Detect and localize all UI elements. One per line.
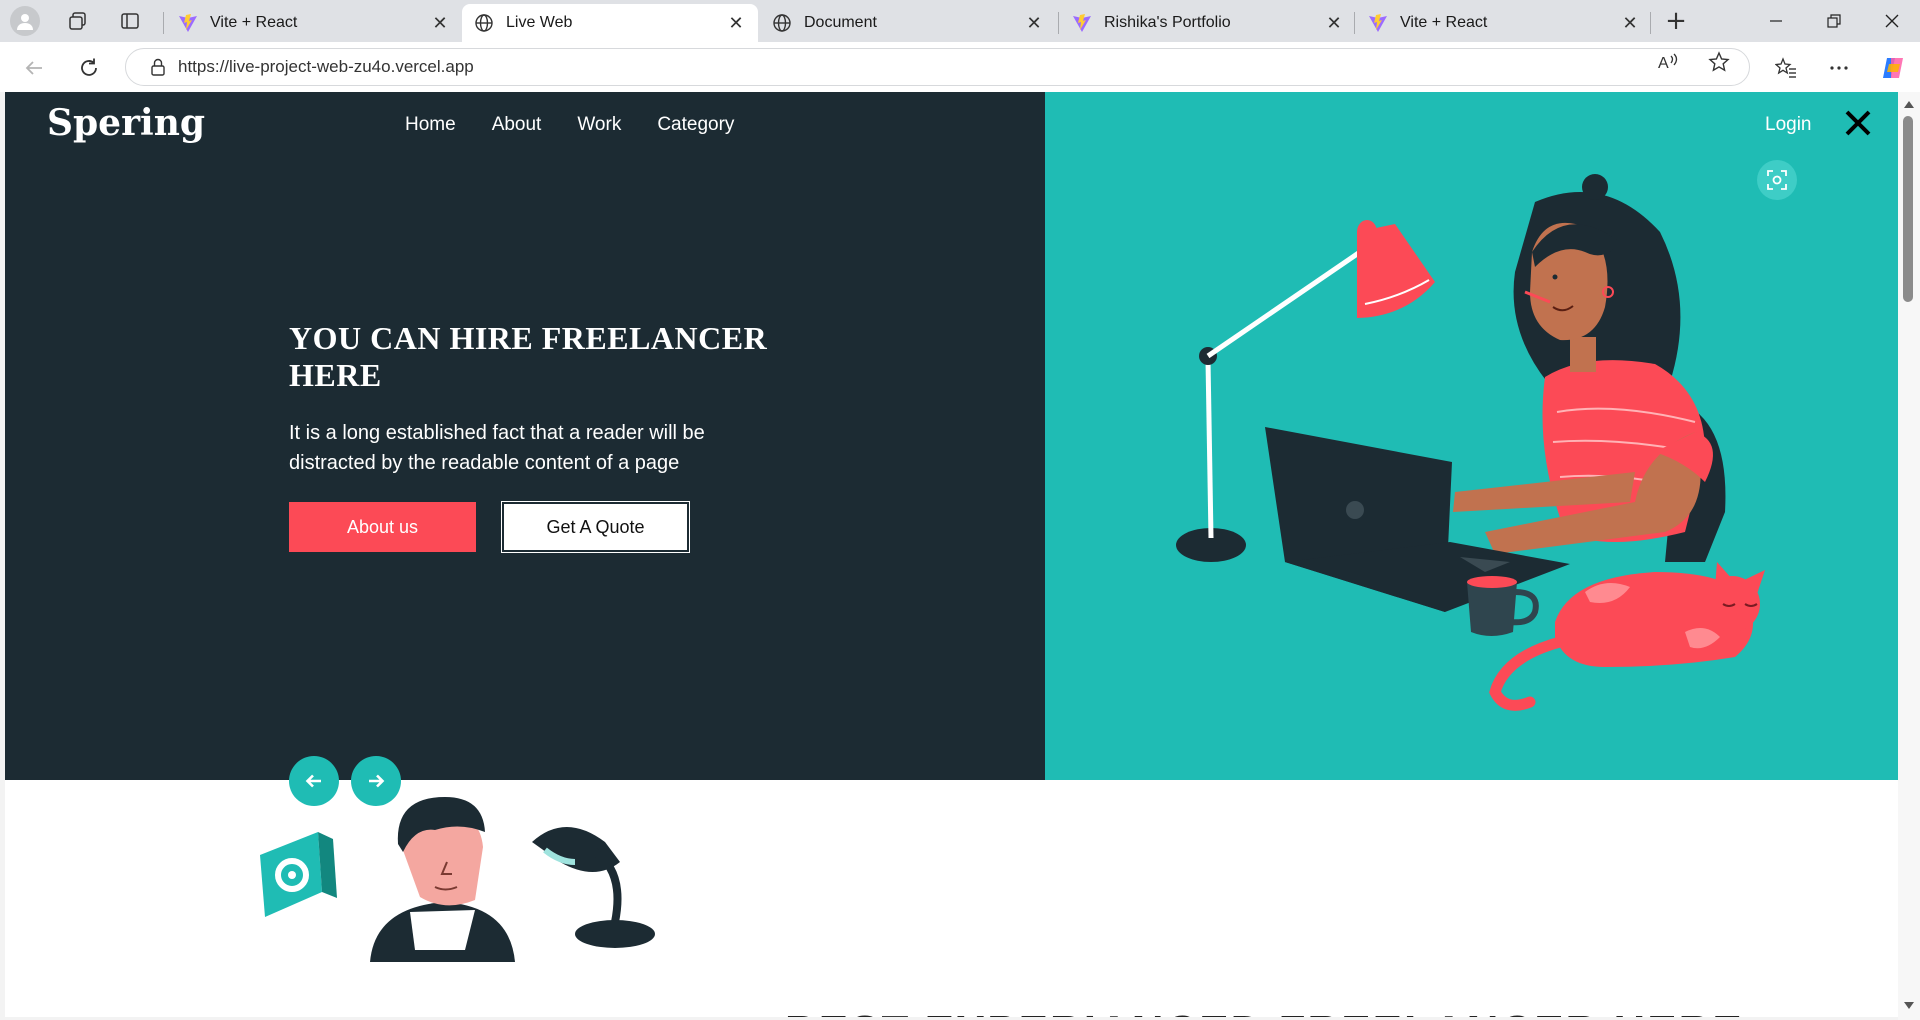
vite-icon: [178, 13, 198, 33]
tab-vite-react-1[interactable]: Vite + React ✕: [166, 4, 462, 42]
minimize-icon: [1770, 20, 1782, 22]
restore-button[interactable]: [1806, 0, 1862, 42]
coffee-mug-illustration: [1467, 576, 1539, 636]
back-button[interactable]: [18, 52, 50, 84]
tab-title: Vite + React: [210, 14, 298, 31]
developer-illustration: [260, 797, 655, 962]
close-icon[interactable]: ✕: [1324, 13, 1344, 34]
close-icon: [1885, 14, 1899, 28]
tab-separator: [163, 12, 164, 34]
close-icon[interactable]: ✕: [430, 13, 450, 34]
page-viewport: Spering Home About Work Category Login Y…: [5, 92, 1898, 1017]
back-arrow-icon: [25, 61, 42, 75]
profile-button[interactable]: [10, 6, 40, 36]
tab-rishikas-portfolio[interactable]: Rishika's Portfolio ✕: [1060, 4, 1356, 42]
restore-icon: [1827, 14, 1841, 28]
refresh-button[interactable]: [73, 52, 105, 84]
globe-icon: [772, 13, 792, 33]
address-bar[interactable]: https://live-project-web-zu4o.vercel.app: [125, 48, 1750, 86]
tab-title: Document: [804, 14, 877, 31]
read-aloud-icon[interactable]: A: [1657, 51, 1679, 73]
scroll-down-icon[interactable]: [1902, 1000, 1916, 1012]
laptop-illustration: [1265, 427, 1570, 612]
tab-separator: [1354, 12, 1355, 34]
tab-document[interactable]: Document ✕: [760, 4, 1056, 42]
svg-text:A: A: [1658, 55, 1669, 72]
woman-illustration: [1453, 174, 1713, 554]
scroll-up-icon[interactable]: [1902, 98, 1916, 110]
tab-separator: [1058, 12, 1059, 34]
browser-toolbar: https://live-project-web-zu4o.vercel.app…: [0, 42, 1920, 92]
profile-icon: [10, 6, 40, 36]
freelancer-illustration: [260, 174, 1765, 962]
vite-icon: [1072, 13, 1092, 33]
close-icon[interactable]: ✕: [1024, 13, 1044, 34]
tab-separator: [1650, 12, 1651, 34]
more-options-icon[interactable]: [1823, 52, 1855, 84]
window-close-button[interactable]: [1864, 0, 1920, 42]
globe-icon: [474, 13, 494, 33]
url-text[interactable]: https://live-project-web-zu4o.vercel.app: [178, 57, 474, 77]
cat-illustration: [1489, 562, 1765, 711]
favorite-star-icon[interactable]: [1708, 51, 1730, 73]
vite-icon: [1368, 13, 1388, 33]
close-icon[interactable]: ✕: [1620, 13, 1640, 34]
tab-title: Live Web: [506, 14, 573, 31]
tab-actions-icon[interactable]: [115, 7, 145, 35]
tab-title: Vite + React: [1400, 14, 1488, 31]
tab-title: Rishika's Portfolio: [1104, 14, 1231, 31]
close-icon[interactable]: ✕: [726, 13, 746, 34]
tab-strip: Vite + React ✕ Live Web ✕ Document ✕ Ris…: [0, 0, 1920, 42]
workspaces-icon[interactable]: [63, 7, 93, 35]
refresh-icon: [81, 58, 97, 76]
minimize-button[interactable]: [1748, 0, 1804, 42]
copilot-icon[interactable]: [1877, 52, 1909, 84]
lock-icon[interactable]: [138, 48, 178, 86]
favorites-icon[interactable]: [1770, 52, 1802, 84]
tab-vite-react-2[interactable]: Vite + React ✕: [1356, 4, 1652, 42]
scrollbar-thumb[interactable]: [1903, 116, 1913, 302]
section-heading: BEST EXPERIANCED FREELANCER HERE: [785, 1007, 1744, 1017]
tab-live-web[interactable]: Live Web ✕: [462, 4, 758, 42]
new-tab-button[interactable]: +: [1658, 6, 1694, 36]
